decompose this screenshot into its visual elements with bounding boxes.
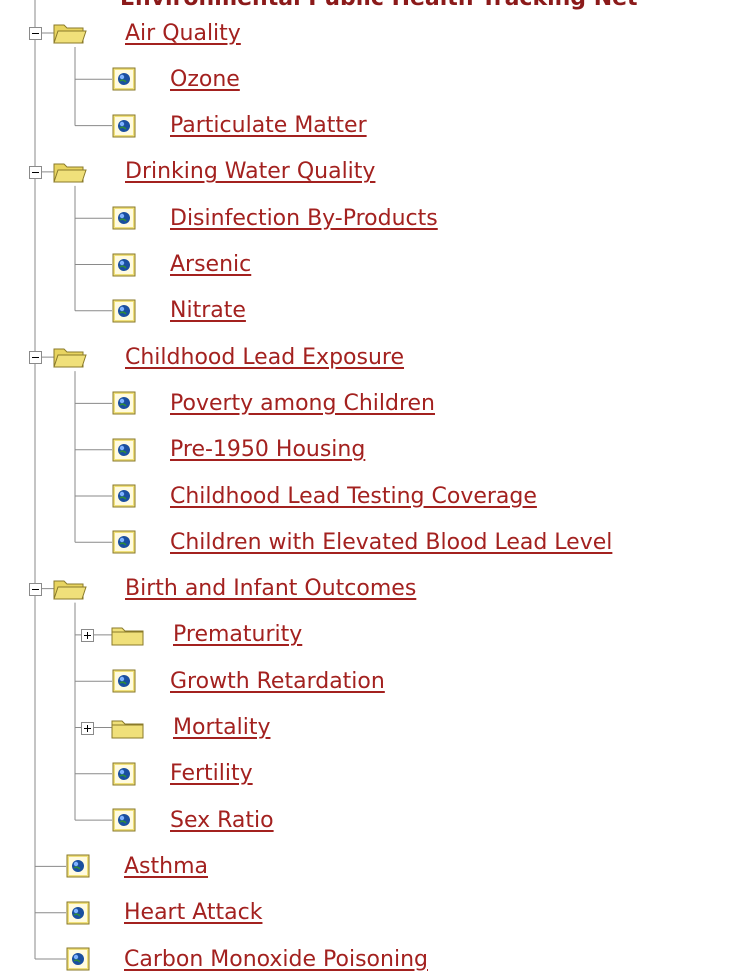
tree-group-link[interactable]: Childhood Lead Exposure [125,345,404,370]
tree-top-item-row: Heart Attack [124,895,262,931]
tree-top-item-link[interactable]: Asthma [124,854,208,879]
document-globe-icon [66,947,90,975]
tree-top-item-link[interactable]: Carbon Monoxide Poisoning [124,947,428,972]
tree-item-link[interactable]: Pre-1950 Housing [170,437,365,462]
tree-group-toggle[interactable] [29,582,42,596]
tree-item-row: Sex Ratio [170,802,274,838]
document-globe-icon [112,530,136,558]
tree-item-link[interactable]: Children with Elevated Blood Lead Level [170,530,612,555]
tree-group-link[interactable]: Drinking Water Quality [125,159,375,184]
closed-folder-icon [110,623,146,651]
document-globe-icon [66,901,90,929]
tree-group-link[interactable]: Air Quality [125,21,241,46]
tree-subfolder-row: Mortality [173,710,270,746]
open-folder-icon [52,21,88,49]
tree-item-link[interactable]: Fertility [170,761,253,786]
tree-subfolder-link[interactable]: Prematurity [173,622,302,647]
tree-top-item-row: Carbon Monoxide Poisoning [124,941,428,977]
document-globe-icon [112,391,136,419]
tree-subfolder-toggle[interactable] [81,721,94,735]
tree-item-link[interactable]: Disinfection By-Products [170,206,438,231]
document-globe-icon [112,808,136,836]
tree-item-row: Growth Retardation [170,663,385,699]
document-globe-icon [66,854,90,882]
tree-item-link[interactable]: Childhood Lead Testing Coverage [170,484,537,509]
tree-item-row: Fertility [170,756,253,792]
tree-item-link[interactable]: Sex Ratio [170,808,274,833]
navigation-tree: Environmental Public Health Tracking Net… [0,0,729,972]
tree-group-toggle[interactable] [29,27,42,40]
tree-item-link[interactable]: Poverty among Children [170,391,435,416]
tree-item-link[interactable]: Growth Retardation [170,669,385,694]
tree-item-row: Ozone [170,61,240,97]
tree-item-link[interactable]: Ozone [170,67,240,92]
closed-folder-icon [110,716,146,744]
tree-group-link[interactable]: Birth and Infant Outcomes [125,576,416,601]
document-globe-icon [112,484,136,512]
tree-group-toggle[interactable] [29,165,42,179]
document-globe-icon [112,762,136,790]
tree-group-toggle[interactable] [29,351,42,365]
tree-item-link[interactable]: Nitrate [170,298,246,323]
document-globe-icon [112,438,136,466]
document-globe-icon [112,206,136,234]
tree-subfolder-link[interactable]: Mortality [173,715,270,740]
tree-group-row: Air Quality [125,15,241,51]
document-globe-icon [112,67,136,95]
tree-subfolder-row: Prematurity [173,617,302,653]
open-folder-icon [52,577,88,605]
tree-group-row: Drinking Water Quality [125,154,375,190]
tree-item-row: Disinfection By-Products [170,200,438,236]
tree-item-link[interactable]: Particulate Matter [170,113,367,138]
tree-top-item-row: Asthma [124,848,208,884]
tree-item-row: Particulate Matter [170,108,367,144]
document-globe-icon [112,299,136,327]
tree-top-item-link[interactable]: Heart Attack [124,900,262,925]
open-folder-icon [52,160,88,188]
tree-subfolder-toggle[interactable] [81,628,94,642]
tree-item-row: Children with Elevated Blood Lead Level [170,524,612,560]
tree-group-row: Birth and Infant Outcomes [125,571,416,607]
tree-item-row: Pre-1950 Housing [170,432,365,468]
document-globe-icon [112,669,136,697]
document-globe-icon [112,114,136,142]
tree-group-row: Childhood Lead Exposure [125,339,404,375]
tree-item-link[interactable]: Arsenic [170,252,251,277]
tree-item-row: Arsenic [170,247,251,283]
document-globe-icon [112,253,136,281]
open-folder-icon [52,345,88,373]
tree-item-row: Poverty among Children [170,385,435,421]
tree-item-row: Nitrate [170,293,246,329]
tree-item-row: Childhood Lead Testing Coverage [170,478,537,514]
